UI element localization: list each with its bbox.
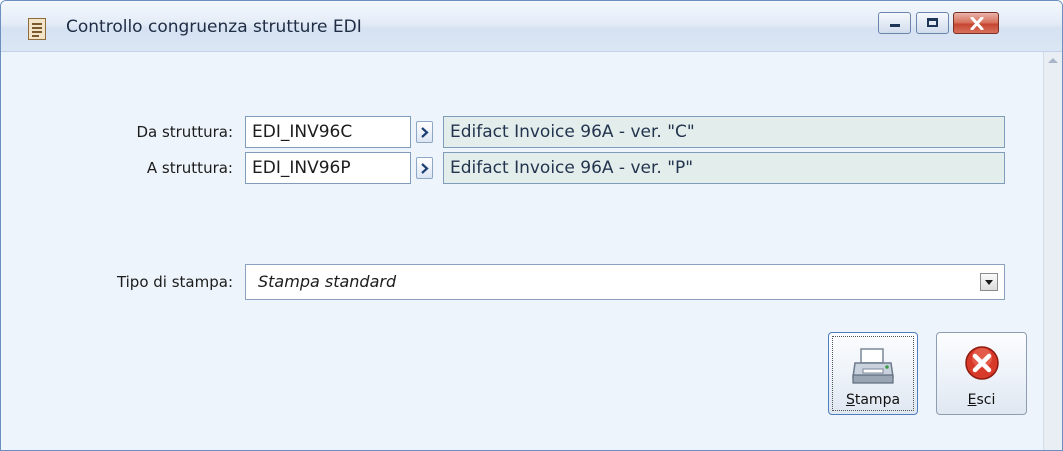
da-struttura-description: Edifact Invoice 96A - ver. "C" (443, 116, 1005, 148)
esci-button[interactable]: Esci (936, 332, 1027, 415)
a-struttura-code-field[interactable]: EDI_INV96P (245, 152, 411, 184)
exit-icon (965, 346, 999, 380)
tipo-stampa-select[interactable]: Stampa standard (245, 264, 1005, 300)
close-icon (970, 17, 984, 30)
a-struttura-zoom-button[interactable] (416, 157, 433, 179)
stampa-button-label: Stampa (845, 392, 901, 408)
a-struttura-description: Edifact Invoice 96A - ver. "P" (443, 152, 1005, 184)
maximize-button[interactable] (916, 12, 949, 34)
tipo-stampa-selected-value: Stampa standard (258, 272, 397, 291)
stampa-button[interactable]: Stampa (828, 332, 918, 415)
maximize-icon (927, 18, 938, 27)
chevron-down-icon (985, 280, 993, 285)
esci-button-label: Esci (967, 392, 996, 408)
da-struttura-code-field[interactable]: EDI_INV96C (245, 116, 411, 148)
dialog-body: Da struttura: EDI_INV96C Edifact Invoice… (1, 52, 1043, 450)
dropdown-button[interactable] (980, 273, 998, 291)
tipo-stampa-label: Tipo di stampa: (116, 273, 233, 291)
minimize-icon (890, 24, 900, 27)
dialog-window: Controllo congruenza strutture EDI Da st… (0, 0, 1063, 451)
chevron-right-icon (421, 127, 429, 138)
window-title: Controllo congruenza strutture EDI (66, 17, 362, 37)
minimize-button[interactable] (878, 12, 911, 34)
vertical-scrollbar[interactable] (1043, 52, 1062, 450)
close-window-button[interactable] (953, 12, 999, 34)
a-struttura-label: A struttura: (146, 159, 233, 177)
chevron-right-icon (421, 163, 429, 174)
printer-icon (852, 348, 894, 384)
document-icon (28, 18, 46, 40)
title-bar[interactable]: Controllo congruenza strutture EDI (1, 1, 1062, 52)
da-struttura-label: Da struttura: (136, 123, 233, 141)
scroll-up-arrow-icon[interactable] (1048, 58, 1058, 63)
da-struttura-zoom-button[interactable] (416, 121, 433, 143)
